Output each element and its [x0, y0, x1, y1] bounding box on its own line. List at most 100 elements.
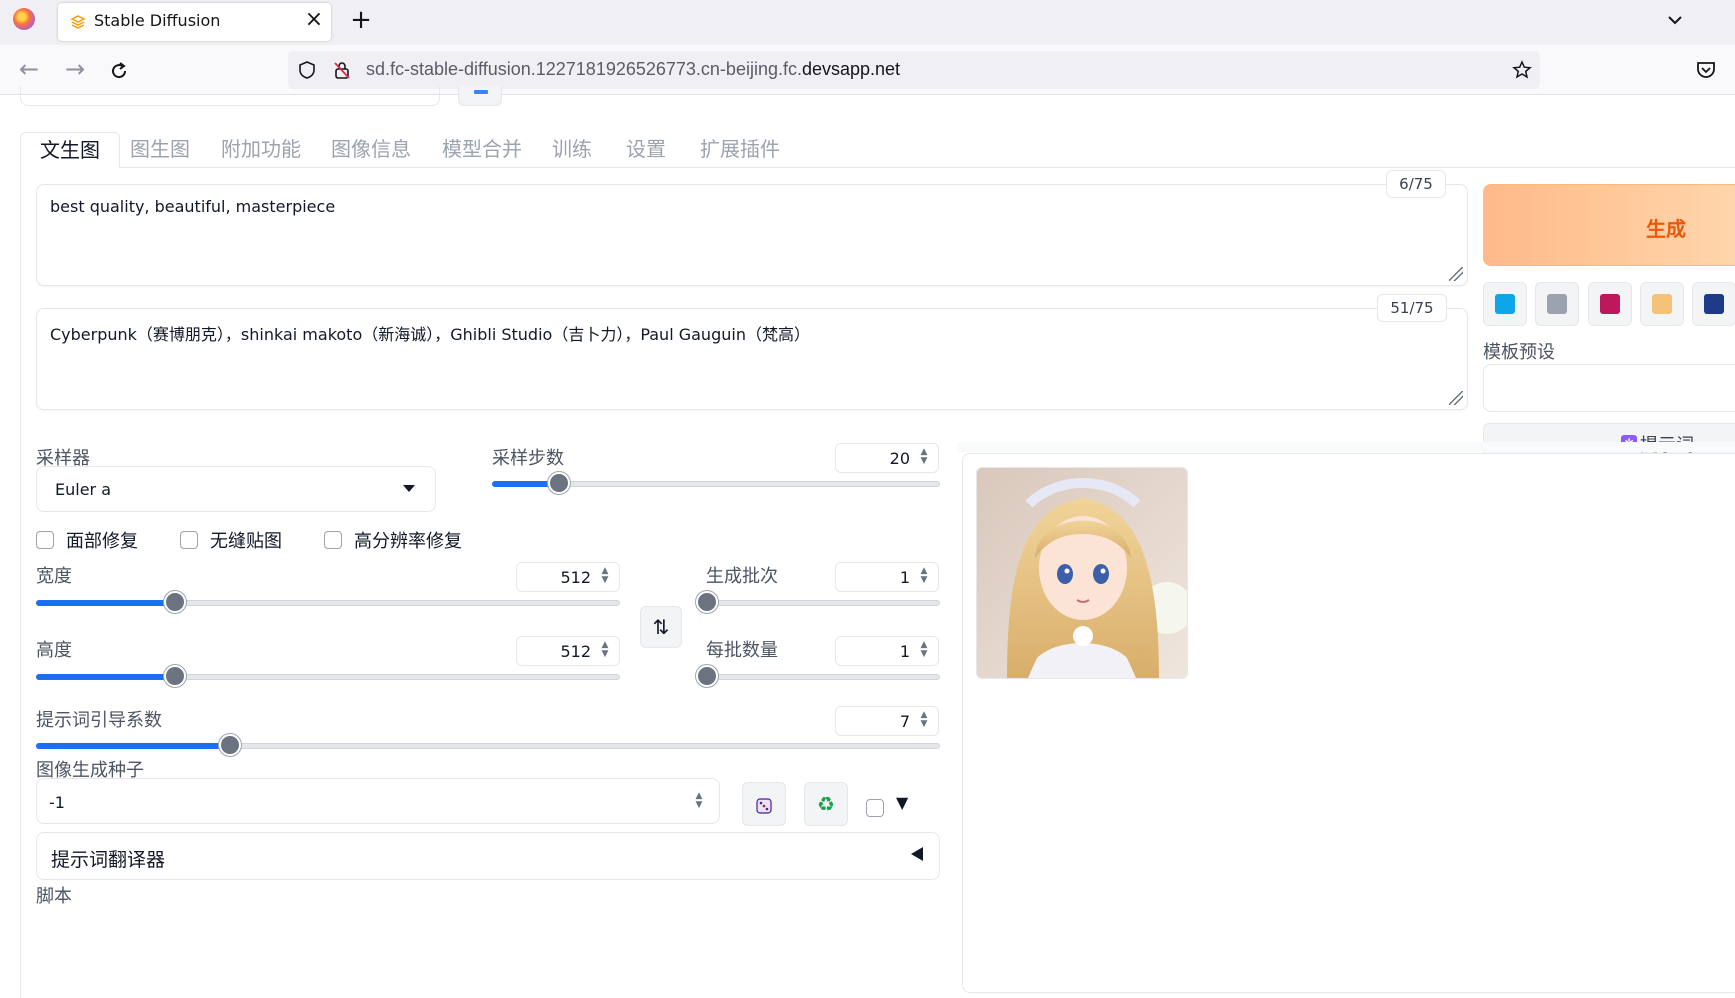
height-number-input[interactable]: 512 ▲ ▼ — [516, 636, 620, 666]
address-bar[interactable]: sd.fc-stable-diffusion.1227181926526773.… — [288, 51, 1540, 89]
spinner-icon[interactable]: ▲ ▼ — [599, 567, 611, 587]
height-slider-thumb[interactable] — [164, 665, 186, 687]
generate-label: 生成 — [1646, 217, 1686, 241]
extra-seed-toggle-icon[interactable]: ▼ — [896, 793, 908, 812]
batch-size-number-input[interactable]: 1 ▲ ▼ — [835, 636, 939, 666]
steps-value: 20 — [889, 449, 910, 468]
batch-count-slider-thumb[interactable] — [696, 591, 718, 613]
swap-dimensions-button[interactable]: ⇅ — [640, 606, 682, 648]
save-style-button[interactable] — [1692, 282, 1735, 326]
clear-prompt-button[interactable] — [1535, 282, 1579, 326]
tab-img2img[interactable]: 图生图 — [130, 132, 190, 168]
batch-count-label: 生成批次 — [706, 566, 778, 587]
close-tab-icon[interactable]: × — [302, 7, 326, 33]
random-seed-dice-button[interactable] — [742, 782, 786, 826]
width-slider-thumb[interactable] — [164, 591, 186, 613]
new-tab-button[interactable]: + — [344, 4, 378, 38]
height-slider-fill — [36, 674, 174, 680]
floppy-disk-icon — [1704, 294, 1724, 314]
reload-icon[interactable] — [108, 60, 130, 82]
anime-girl-portrait — [977, 468, 1187, 678]
width-number-input[interactable]: 512 ▲ ▼ — [516, 562, 620, 592]
insecure-lock-icon[interactable] — [332, 60, 352, 80]
width-slider[interactable] — [36, 591, 620, 613]
sampler-select[interactable]: Euler a — [36, 466, 436, 512]
width-value: 512 — [560, 568, 591, 587]
generated-image-thumbnail[interactable] — [976, 467, 1188, 679]
negative-prompt-textarea[interactable]: Cyberpunk（赛博朋克），shinkai makoto（新海诚），Ghib… — [36, 308, 1468, 410]
resize-handle-icon[interactable] — [1449, 391, 1463, 405]
resize-handle-icon[interactable] — [1449, 267, 1463, 281]
trash-icon — [1547, 294, 1567, 314]
shield-icon[interactable] — [297, 60, 317, 80]
spinner-icon[interactable]: ▲ ▼ — [918, 567, 930, 587]
url-prefix: sd.fc-stable-diffusion.1227181926526773.… — [366, 59, 802, 79]
cfg-scale-slider-fill — [36, 743, 229, 749]
gallery-header — [957, 442, 1735, 452]
batch-count-slider[interactable] — [696, 591, 940, 613]
steps-slider[interactable] — [492, 472, 940, 494]
batch-size-slider[interactable] — [696, 665, 940, 687]
bookmark-star-icon[interactable] — [1512, 60, 1532, 80]
tab-title: Stable Diffusion — [94, 11, 221, 30]
cfg-scale-slider[interactable] — [36, 734, 940, 756]
batch-count-value: 1 — [899, 568, 910, 587]
extra-seed-checkbox[interactable] — [866, 799, 884, 817]
url-domain: devsapp.net — [801, 59, 901, 79]
positive-token-counter: 6/75 — [1386, 170, 1446, 198]
pocket-icon[interactable] — [1694, 58, 1718, 82]
chevron-down-icon[interactable] — [1660, 5, 1690, 35]
spinner-icon[interactable]: ▲ ▼ — [918, 448, 930, 468]
read-params-button[interactable] — [1483, 282, 1527, 326]
cfg-scale-number-input[interactable]: 7 ▲ ▼ — [835, 706, 939, 736]
spinner-icon[interactable]: ▲ ▼ — [918, 641, 930, 661]
reuse-seed-button[interactable]: ♻ — [804, 782, 848, 826]
back-arrow-icon[interactable]: ← — [12, 52, 46, 86]
browser-tab[interactable]: Stable Diffusion × — [58, 3, 331, 41]
seed-value: -1 — [49, 793, 65, 812]
url-text[interactable]: sd.fc-stable-diffusion.1227181926526773.… — [366, 59, 900, 80]
cfg-scale-slider-thumb[interactable] — [219, 734, 241, 756]
negative-token-counter: 51/75 — [1377, 294, 1447, 322]
checkpoint-select[interactable] — [20, 86, 440, 106]
script-label: 脚本 — [36, 886, 72, 907]
spinner-icon[interactable]: ▲ ▼ — [918, 711, 930, 731]
hires-fix-checkbox[interactable] — [324, 531, 342, 549]
tiling-checkbox[interactable] — [180, 531, 198, 549]
apply-style-button[interactable] — [1640, 282, 1684, 326]
firefox-logo-icon[interactable] — [13, 8, 35, 30]
style-preset-label: 模板预设 — [1483, 342, 1555, 363]
steps-slider-thumb[interactable] — [548, 472, 570, 494]
style-preset-select[interactable] — [1483, 364, 1735, 412]
spinner-icon[interactable]: ▲ ▼ — [599, 641, 611, 661]
caret-down-icon — [403, 485, 415, 492]
spinner-icon[interactable]: ▲ ▼ — [693, 792, 705, 812]
height-slider[interactable] — [36, 665, 620, 687]
batch-size-slider-thumb[interactable] — [696, 665, 718, 687]
generate-button[interactable]: 生成 — [1483, 184, 1735, 266]
clipboard-icon — [1652, 294, 1672, 314]
tab-train[interactable]: 训练 — [552, 132, 592, 168]
stable-diffusion-favicon-icon — [70, 15, 86, 29]
dice-icon — [756, 798, 772, 814]
negative-prompt-text: Cyberpunk（赛博朋克），shinkai makoto（新海诚），Ghib… — [50, 325, 810, 344]
forward-arrow-icon[interactable]: → — [58, 52, 92, 86]
tab-checkpoint-merger[interactable]: 模型合并 — [442, 132, 522, 168]
tab-extras[interactable]: 附加功能 — [221, 132, 301, 168]
seed-number-input[interactable]: -1 ▲ ▼ — [36, 778, 720, 824]
batch-count-number-input[interactable]: 1 ▲ ▼ — [835, 562, 939, 592]
tab-extensions[interactable]: 扩展插件 — [700, 132, 780, 168]
tab-png-info[interactable]: 图像信息 — [331, 132, 411, 168]
picture-card-icon — [1600, 294, 1620, 314]
steps-number-input[interactable]: 20 ▲ ▼ — [835, 443, 939, 473]
prompt-translator-accordion[interactable]: 提示词翻译器 — [36, 832, 940, 880]
tab-txt2img[interactable]: 文生图 — [20, 132, 120, 168]
positive-prompt-textarea[interactable]: best quality, beautiful, masterpiece — [36, 184, 1468, 286]
browser-tab-strip: Stable Diffusion × + — [0, 0, 1735, 45]
face-restore-checkbox[interactable] — [36, 531, 54, 549]
extra-networks-button[interactable] — [1588, 282, 1632, 326]
output-gallery — [962, 453, 1735, 993]
refresh-checkpoint-button[interactable] — [458, 86, 502, 106]
tab-settings[interactable]: 设置 — [626, 132, 666, 168]
face-restore-label: 面部修复 — [66, 531, 138, 552]
